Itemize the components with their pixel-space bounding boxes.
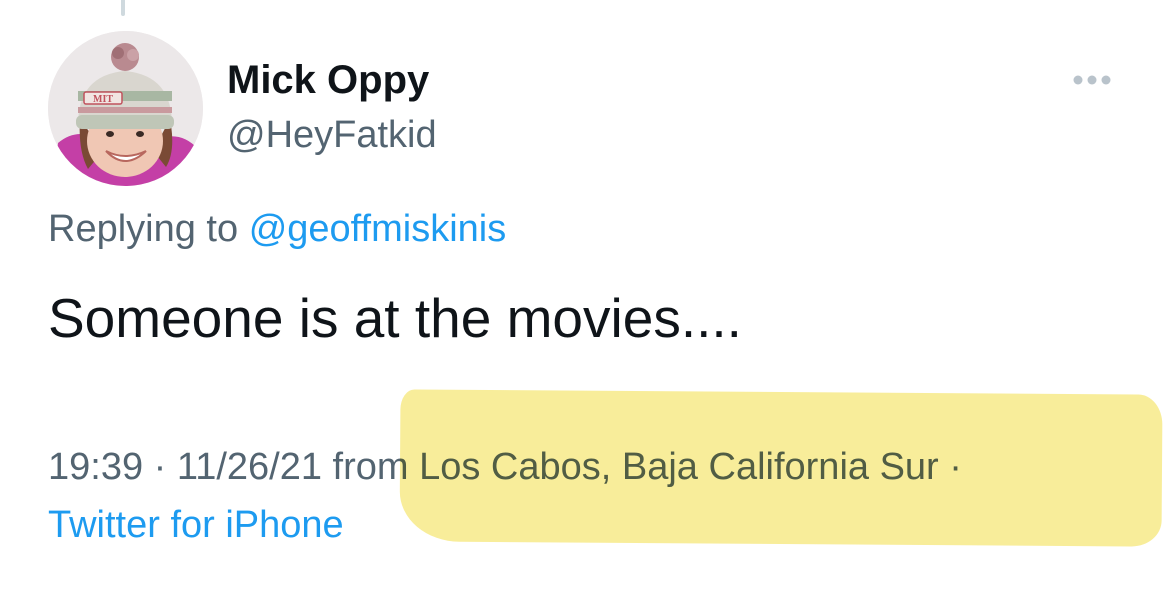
tweet-date[interactable]: 11/26/21 — [177, 446, 322, 488]
author-name[interactable]: Mick Oppy — [227, 58, 429, 103]
reply-to-handle-link[interactable]: @geoffmiskinis — [249, 208, 507, 250]
more-options-button[interactable] — [1066, 62, 1118, 98]
more-horizontal-icon — [1073, 75, 1111, 85]
thread-connector-line — [121, 0, 125, 16]
author-handle[interactable]: @HeyFatkid — [227, 114, 437, 157]
replying-to-prefix: Replying to — [48, 208, 239, 250]
tweet-source-link[interactable]: Twitter for iPhone — [48, 504, 344, 547]
meta-separator: · — [143, 446, 177, 488]
meta-separator-2: · — [938, 446, 962, 488]
avatar[interactable]: MIT — [48, 31, 203, 186]
avatar-image: MIT — [48, 31, 203, 186]
tweet-time[interactable]: 19:39 — [48, 446, 143, 488]
avatar-hat-label: MIT — [93, 94, 113, 105]
tweet-location: from Los Cabos, Baja California Sur — [321, 446, 939, 488]
tweet-detail: MIT Mick Oppy @HeyFatkid Replying to @ge… — [0, 0, 1170, 591]
tweet-text: Someone is at the movies.... — [48, 287, 742, 349]
tweet-metadata: 19:39 · 11/26/21 from Los Cabos, Baja Ca… — [48, 446, 962, 489]
replying-to-line: Replying to @geoffmiskinis — [48, 208, 506, 251]
